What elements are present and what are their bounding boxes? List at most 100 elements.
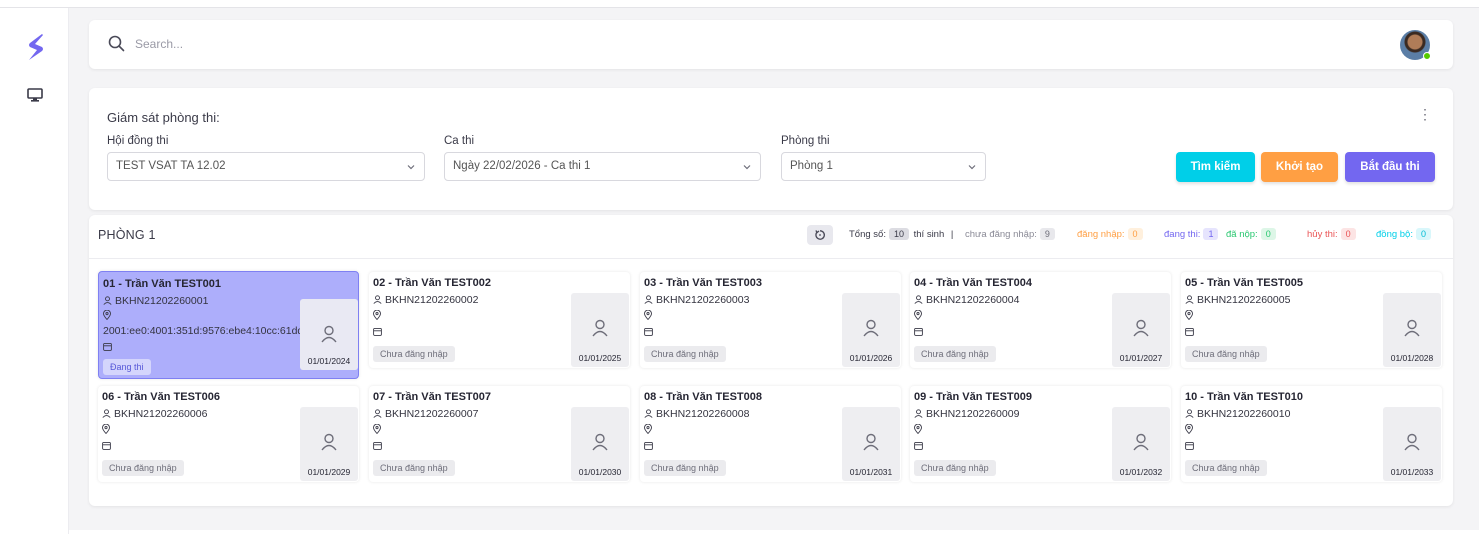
user-icon xyxy=(644,295,653,304)
candidate-card[interactable]: 02 - Trần Văn TEST002 BKHN21202260002 Ch… xyxy=(369,272,630,368)
candidate-ip: 2001:ee0:4001:351d:9576:ebe4:10cc:61dd xyxy=(103,325,304,337)
candidate-dob: 01/01/2026 xyxy=(849,353,893,363)
candidate-card[interactable]: 01 - Trần Văn TEST001 BKHN21202260001 20… xyxy=(98,271,359,379)
stat-cancelled: hủy thi: 0 xyxy=(1307,228,1356,240)
candidate-card[interactable]: 03 - Trần Văn TEST003 BKHN21202260003 Ch… xyxy=(640,272,901,368)
candidate-calendar-line xyxy=(644,326,656,338)
stat-testing-value: 1 xyxy=(1203,228,1219,240)
candidate-photo: 01/01/2029 xyxy=(300,407,358,481)
room-card: PHÒNG 1 Tổng số: 10 thí sinh | chưa đăng … xyxy=(89,215,1453,506)
app-logo-icon[interactable] xyxy=(25,32,47,62)
candidate-dob: 01/01/2030 xyxy=(578,467,622,477)
user-icon xyxy=(373,409,382,418)
candidate-card[interactable]: 08 - Trần Văn TEST008 BKHN21202260008 Ch… xyxy=(640,386,901,482)
stat-synced-label: đồng bộ: xyxy=(1376,229,1413,240)
candidate-location-line xyxy=(102,424,113,436)
stat-logged: đăng nhập: 0 xyxy=(1077,228,1143,240)
candidate-photo: 01/01/2028 xyxy=(1383,293,1441,367)
stat-total-unit: thí sinh xyxy=(913,229,945,240)
candidate-card[interactable]: 04 - Trần Văn TEST004 BKHN21202260004 Ch… xyxy=(910,272,1171,368)
user-placeholder-icon xyxy=(1404,433,1420,451)
user-placeholder-icon xyxy=(592,319,608,337)
user-placeholder-icon xyxy=(321,325,337,343)
candidate-status-badge: Chưa đăng nhập xyxy=(373,460,455,476)
candidate-card[interactable]: 07 - Trần Văn TEST007 BKHN21202260007 Ch… xyxy=(369,386,630,482)
user-placeholder-icon xyxy=(1404,319,1420,337)
stat-testing: đang thi: 1 xyxy=(1164,228,1219,240)
candidate-calendar-line xyxy=(373,440,385,452)
more-vertical-icon[interactable]: ⋮ xyxy=(1417,107,1433,128)
candidate-code: BKHN21202260005 xyxy=(1197,294,1291,306)
candidate-status-badge: Chưa đăng nhập xyxy=(1185,460,1267,476)
candidate-photo: 01/01/2026 xyxy=(842,293,900,367)
candidate-photo: 01/01/2025 xyxy=(571,293,629,367)
calendar-icon xyxy=(102,441,111,450)
calendar-icon xyxy=(103,342,112,351)
candidate-code-line: BKHN21202260006 xyxy=(102,408,207,420)
calendar-icon xyxy=(644,327,653,336)
stat-submitted-value: 0 xyxy=(1260,228,1276,240)
council-select[interactable]: TEST VSAT TA 12.02 xyxy=(107,152,425,181)
room-select[interactable]: Phòng 1 xyxy=(781,152,986,181)
candidate-status-badge: Chưa đăng nhập xyxy=(644,346,726,362)
candidate-status-badge: Chưa đăng nhập xyxy=(914,460,996,476)
user-icon xyxy=(1185,295,1194,304)
candidate-code-line: BKHN21202260007 xyxy=(373,408,478,420)
user-placeholder-icon xyxy=(863,319,879,337)
user-placeholder-icon xyxy=(1133,319,1149,337)
candidate-status-badge: Chưa đăng nhập xyxy=(102,460,184,476)
map-pin-icon xyxy=(1185,310,1193,320)
map-pin-icon xyxy=(1185,424,1193,434)
candidate-name: 02 - Trần Văn TEST002 xyxy=(373,277,491,289)
candidate-card[interactable]: 09 - Trần Văn TEST009 BKHN21202260009 Ch… xyxy=(910,386,1171,482)
map-pin-icon xyxy=(373,310,381,320)
candidate-location-line xyxy=(373,424,384,436)
stat-synced-value: 0 xyxy=(1415,228,1431,240)
user-placeholder-icon xyxy=(1133,433,1149,451)
candidate-card[interactable]: 06 - Trần Văn TEST006 BKHN21202260006 Ch… xyxy=(98,386,359,482)
candidate-card[interactable]: 05 - Trần Văn TEST005 BKHN21202260005 Ch… xyxy=(1181,272,1442,368)
candidate-calendar-line xyxy=(102,440,114,452)
candidate-location-line xyxy=(103,310,114,322)
candidate-calendar-line xyxy=(644,440,656,452)
candidate-status-badge: Chưa đăng nhập xyxy=(644,460,726,476)
candidate-code-line: BKHN21202260009 xyxy=(914,408,1019,420)
user-icon xyxy=(103,296,112,305)
room-select-value: Phòng 1 xyxy=(790,160,833,172)
candidate-dob: 01/01/2029 xyxy=(307,467,351,477)
candidate-calendar-line xyxy=(103,341,115,353)
calendar-icon xyxy=(1185,441,1194,450)
candidate-name: 01 - Trần Văn TEST001 xyxy=(103,278,221,290)
calendar-icon xyxy=(644,441,653,450)
candidate-code: BKHN21202260006 xyxy=(114,408,208,420)
init-button[interactable]: Khởi tạo xyxy=(1261,152,1338,182)
search-button[interactable]: Tìm kiếm xyxy=(1176,152,1255,182)
candidate-code-line: BKHN21202260001 xyxy=(103,295,208,307)
candidate-location-line xyxy=(1185,310,1196,322)
stat-submitted: đã nộp: 0 xyxy=(1226,228,1276,240)
candidate-dob: 01/01/2031 xyxy=(849,467,893,477)
search-input[interactable] xyxy=(135,33,635,55)
candidate-location-line xyxy=(644,310,655,322)
start-exam-button[interactable]: Bắt đầu thi xyxy=(1345,152,1435,182)
council-label: Hội đồng thi xyxy=(107,135,169,147)
candidate-name: 09 - Trần Văn TEST009 xyxy=(914,391,1032,403)
calendar-icon xyxy=(914,441,923,450)
candidate-name: 03 - Trần Văn TEST003 xyxy=(644,277,762,289)
stat-not-logged-label: chưa đăng nhập: xyxy=(965,229,1037,240)
candidate-location-line xyxy=(1185,424,1196,436)
candidate-photo: 01/01/2030 xyxy=(571,407,629,481)
avatar[interactable] xyxy=(1400,30,1431,60)
room-divider xyxy=(89,258,1453,259)
refresh-button[interactable] xyxy=(807,225,833,245)
user-placeholder-icon xyxy=(592,433,608,451)
search-icon xyxy=(108,35,125,52)
candidate-calendar-line xyxy=(373,326,385,338)
session-select[interactable]: Ngày 22/02/2026 - Ca thi 1 xyxy=(444,152,761,181)
candidate-name: 07 - Trần Văn TEST007 xyxy=(373,391,491,403)
stat-synced: đồng bộ: 0 xyxy=(1376,228,1431,240)
candidate-card[interactable]: 10 - Trần Văn TEST010 BKHN21202260010 Ch… xyxy=(1181,386,1442,482)
candidate-calendar-line xyxy=(914,326,926,338)
map-pin-icon xyxy=(102,424,110,434)
monitor-icon[interactable] xyxy=(27,87,43,103)
